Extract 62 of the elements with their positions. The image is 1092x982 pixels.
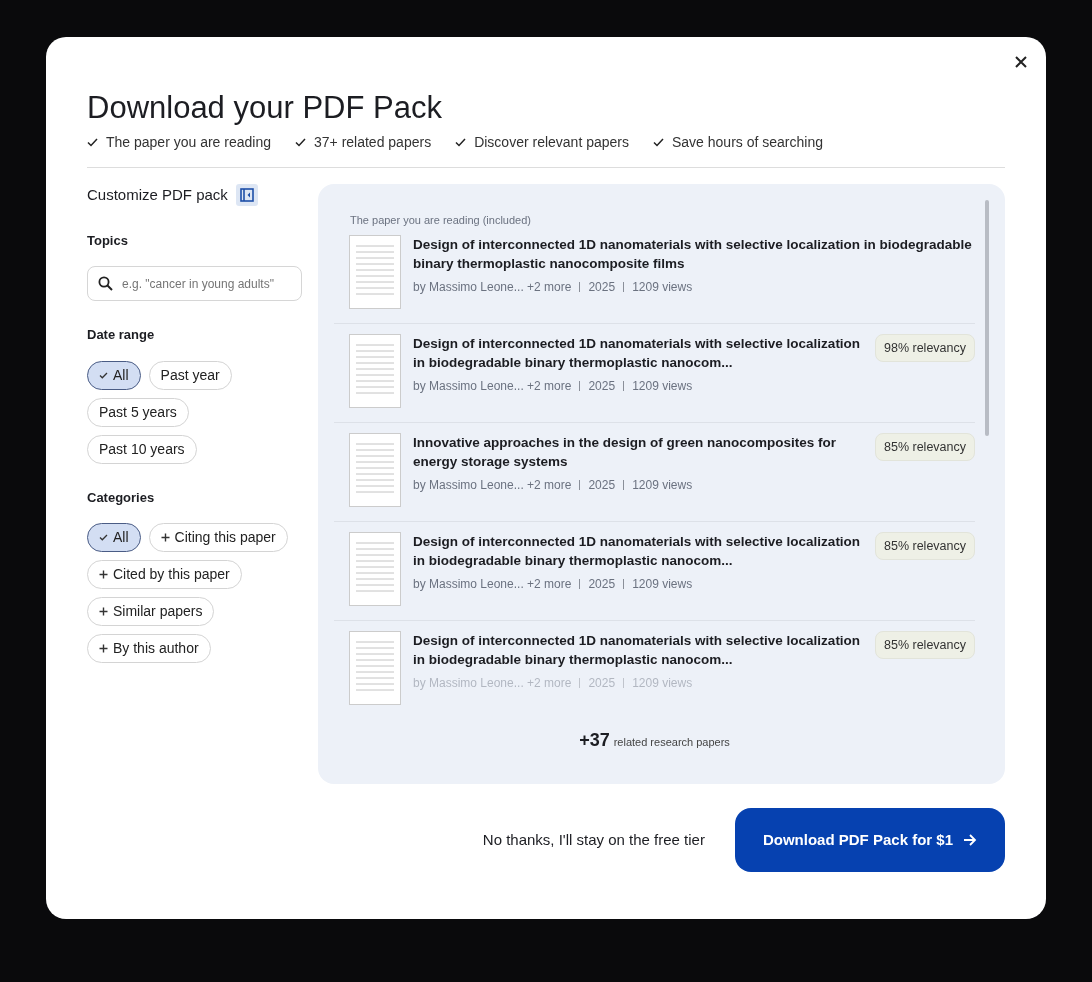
paper-meta: 1209 views bbox=[632, 476, 693, 494]
check-icon bbox=[455, 138, 467, 148]
paper-title[interactable]: Design of interconnected 1D nanomaterials with selective localization in biodegradable binary thermoplastic nanocom... bbox=[413, 630, 863, 670]
paper-meta: 1209 views bbox=[632, 575, 693, 593]
plus-icon bbox=[160, 533, 170, 543]
relevancy-badge: 85% relevancy bbox=[875, 630, 975, 660]
filter-chip[interactable]: Citing this paper bbox=[148, 523, 288, 553]
benefit-text: The paper you are reading bbox=[106, 133, 271, 153]
section-label: Categories bbox=[87, 488, 156, 507]
filter-chip[interactable]: Past 5 years bbox=[87, 397, 189, 427]
paper-meta: 2025 bbox=[588, 278, 616, 296]
paper-meta: 2025 bbox=[588, 674, 616, 692]
relevancy-badge: 85% relevancy bbox=[875, 432, 975, 462]
filter-chip[interactable]: By this author bbox=[87, 634, 211, 664]
filter-chip[interactable]: All bbox=[87, 360, 141, 390]
paper-meta: 1209 views bbox=[632, 674, 693, 692]
arrow-right-icon bbox=[963, 834, 977, 847]
paper-meta: 1209 views bbox=[632, 278, 693, 296]
check-icon bbox=[99, 371, 108, 379]
section-label: Topics bbox=[87, 231, 129, 250]
paper-title[interactable]: Design of interconnected 1D nanomaterials with selective localization in biodegradable binary thermoplastic nanocom... bbox=[413, 333, 863, 373]
section-label: Date range bbox=[87, 326, 156, 345]
search-icon bbox=[98, 276, 113, 292]
paper-meta: by Massimo Leone... +2 more bbox=[413, 377, 572, 395]
filter-chip[interactable]: Past 10 years bbox=[87, 434, 197, 464]
paper-meta: 2025 bbox=[588, 377, 616, 395]
plus-icon bbox=[99, 570, 108, 580]
more-label: related research papers bbox=[613, 734, 730, 750]
filter-chip[interactable]: Similar papers bbox=[87, 597, 215, 627]
panel-toggle-icon[interactable] bbox=[235, 184, 258, 207]
paper-meta: 2025 bbox=[588, 575, 616, 593]
sidebar-heading: Customize PDF pack bbox=[87, 185, 228, 206]
section-label: The paper you are reading (included) bbox=[350, 213, 532, 229]
relevancy-badge: 98% relevancy bbox=[875, 333, 975, 363]
download-button[interactable]: Download PDF Pack for $1 bbox=[734, 808, 1005, 873]
paper-title[interactable]: Innovative approaches in the design of green nanocomposites for energy storage systems bbox=[413, 432, 863, 472]
paper-title[interactable]: Design of interconnected 1D nanomaterials with selective localization in biodegradable binary thermoplastic nanocomposite films bbox=[413, 234, 975, 274]
filter-chip[interactable]: All bbox=[87, 523, 141, 553]
dialog-title: Download your PDF Pack bbox=[87, 89, 443, 127]
check-icon bbox=[87, 138, 98, 148]
paper-meta: 2025 bbox=[588, 476, 616, 494]
paper-title[interactable]: Design of interconnected 1D nanomaterials with selective localization in biodegradable binary thermoplastic nanocom... bbox=[413, 531, 863, 571]
benefit-text: Save hours of searching bbox=[672, 133, 823, 153]
check-icon bbox=[99, 534, 108, 542]
decline-link[interactable]: No thanks, I'll stay on the free tier bbox=[476, 827, 711, 853]
filter-chip[interactable]: Cited by this paper bbox=[87, 560, 242, 590]
check-icon bbox=[295, 138, 306, 148]
benefit-text: 37+ related papers bbox=[314, 133, 432, 153]
plus-icon bbox=[99, 644, 108, 654]
relevancy-badge: 85% relevancy bbox=[875, 531, 975, 561]
check-icon bbox=[653, 138, 664, 148]
paper-meta: 1209 views bbox=[632, 377, 693, 395]
paper-meta: by Massimo Leone... +2 more bbox=[413, 674, 572, 692]
plus-icon bbox=[99, 607, 108, 617]
paper-meta: by Massimo Leone... +2 more bbox=[413, 476, 572, 494]
benefit-text: Discover relevant papers bbox=[474, 133, 629, 153]
more-count: +37 bbox=[579, 728, 610, 752]
paper-meta: by Massimo Leone... +2 more bbox=[413, 575, 572, 593]
paper-meta: by Massimo Leone... +2 more bbox=[413, 278, 572, 296]
search-field[interactable]: e.g. "cancer in young adults" bbox=[87, 266, 302, 302]
scrollbar[interactable] bbox=[985, 200, 989, 437]
filter-chip[interactable]: Past year bbox=[148, 360, 232, 390]
